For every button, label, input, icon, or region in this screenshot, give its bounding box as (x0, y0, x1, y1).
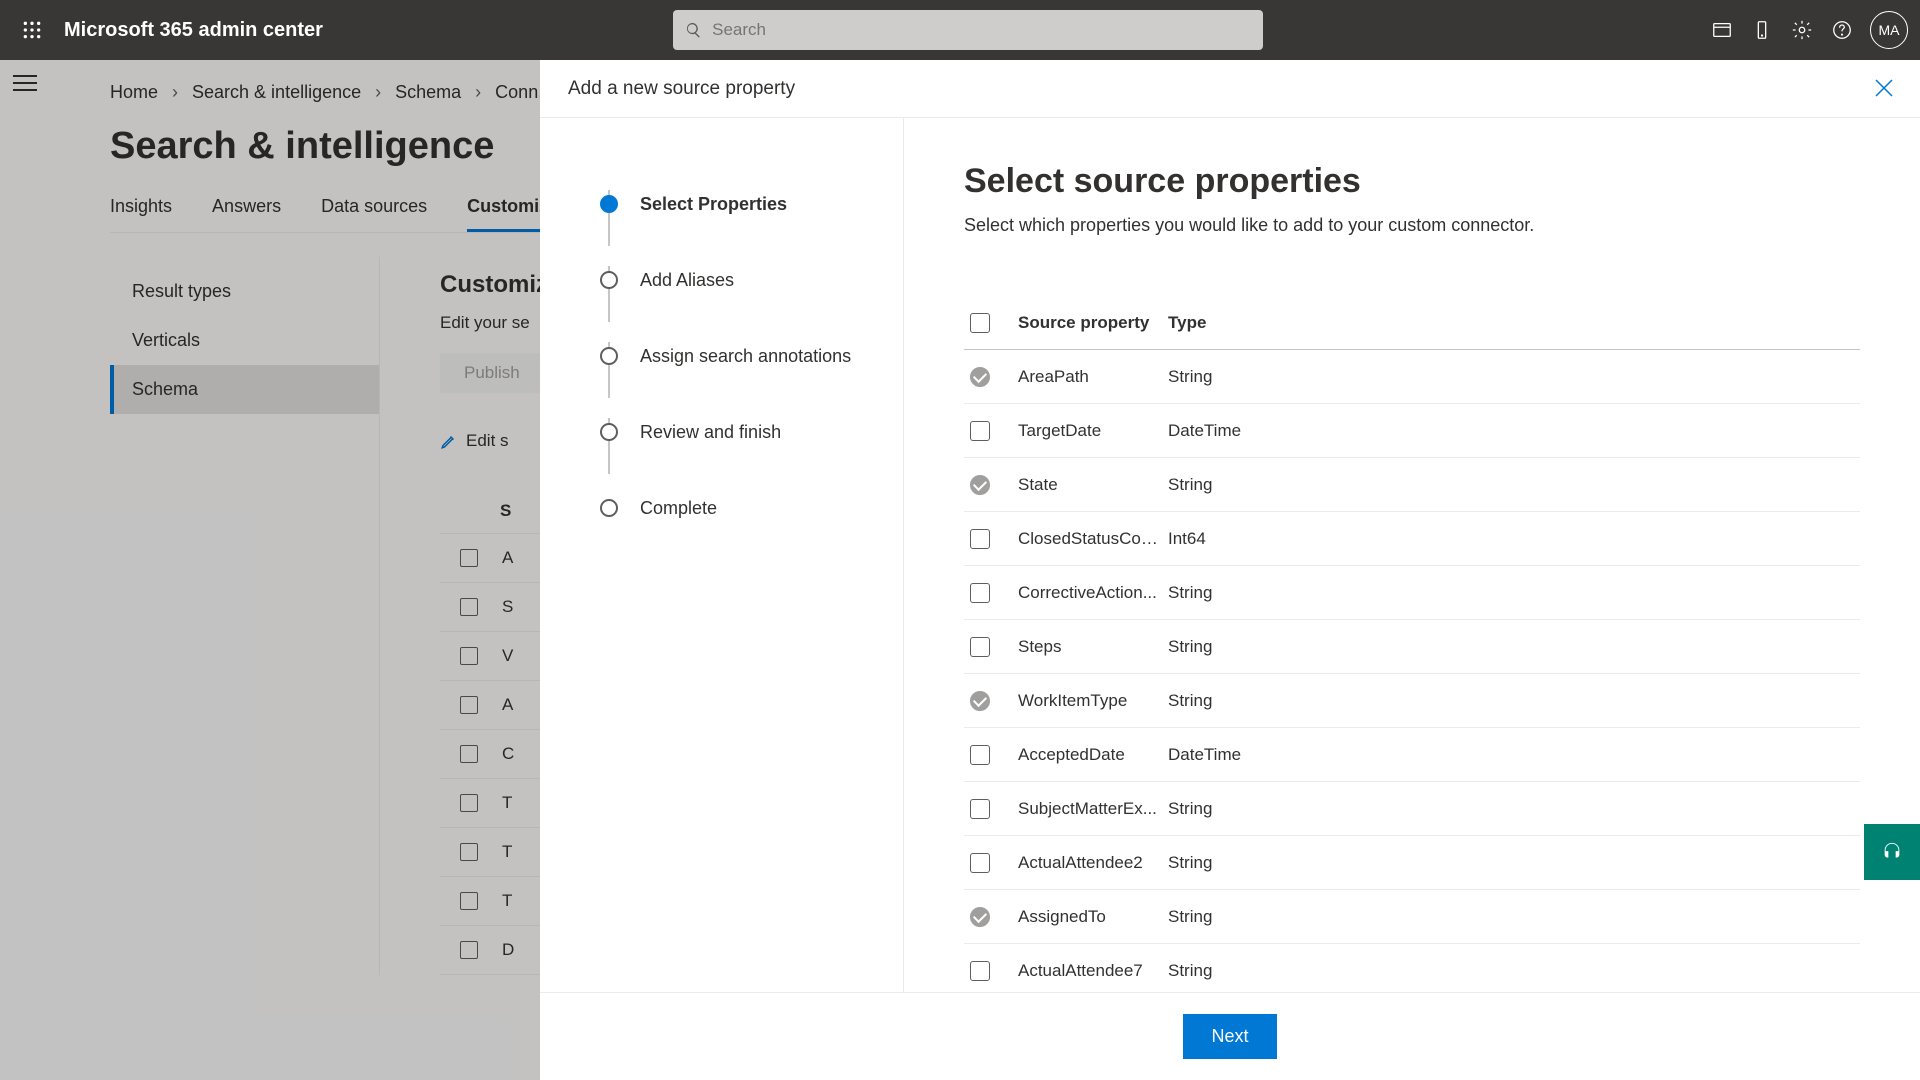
property-name: SubjectMatterEx... (1018, 799, 1168, 819)
table-row[interactable]: WorkItemTypeString (964, 674, 1860, 728)
global-search[interactable] (673, 10, 1263, 50)
mobile-icon[interactable] (1742, 10, 1782, 50)
close-icon (1872, 76, 1896, 100)
property-name: ClosedStatusCode (1018, 529, 1168, 549)
row-checkbox[interactable] (970, 475, 990, 495)
panel-header: Add a new source property (540, 60, 1920, 118)
property-type: String (1168, 691, 1860, 711)
table-row[interactable]: StepsString (964, 620, 1860, 674)
property-type: String (1168, 367, 1860, 387)
property-name: ActualAttendee2 (1018, 853, 1168, 873)
search-icon (685, 21, 702, 39)
select-all-checkbox[interactable] (970, 313, 990, 333)
side-panel: Add a new source property Select Propert… (540, 60, 1920, 1080)
property-type: String (1168, 853, 1860, 873)
wizard-step[interactable]: Select Properties (600, 166, 903, 242)
property-name: TargetDate (1018, 421, 1168, 441)
wizard-steps: Select Properties Add Aliases Assign sea… (540, 118, 904, 992)
wizard-step[interactable]: Add Aliases (600, 242, 903, 318)
app-title: Microsoft 365 admin center (64, 19, 323, 42)
search-input[interactable] (712, 20, 1251, 40)
table-row[interactable]: AcceptedDateDateTime (964, 728, 1860, 782)
wizard-step[interactable]: Assign search annotations (600, 318, 903, 394)
settings-icon[interactable] (1782, 10, 1822, 50)
property-name: WorkItemType (1018, 691, 1168, 711)
property-type: String (1168, 907, 1860, 927)
property-name: CorrectiveAction... (1018, 583, 1168, 603)
property-name: ActualAttendee7 (1018, 961, 1168, 981)
step-indicator-icon (600, 499, 618, 517)
property-name: State (1018, 475, 1168, 495)
properties-table: Source property Type AreaPathStringTarge… (964, 296, 1860, 992)
step-indicator-icon (600, 195, 618, 213)
table-row[interactable]: AreaPathString (964, 350, 1860, 404)
wizard-step[interactable]: Complete (600, 470, 903, 546)
account-avatar[interactable]: MA (1870, 11, 1908, 49)
property-type: String (1168, 475, 1860, 495)
col-type[interactable]: Type (1168, 313, 1860, 333)
form-title: Select source properties (964, 162, 1860, 201)
property-type: DateTime (1168, 745, 1860, 765)
feedback-button[interactable] (1864, 824, 1920, 880)
property-type: String (1168, 583, 1860, 603)
app-launcher-icon[interactable] (12, 10, 52, 50)
step-indicator-icon (600, 271, 618, 289)
property-type: String (1168, 637, 1860, 657)
row-checkbox[interactable] (970, 583, 990, 603)
step-indicator-icon (600, 347, 618, 365)
property-name: Steps (1018, 637, 1168, 657)
property-name: AcceptedDate (1018, 745, 1168, 765)
table-row[interactable]: CorrectiveAction...String (964, 566, 1860, 620)
panel-footer: Next (540, 992, 1920, 1080)
row-checkbox[interactable] (970, 961, 990, 981)
table-row[interactable]: SubjectMatterEx...String (964, 782, 1860, 836)
property-name: AreaPath (1018, 367, 1168, 387)
help-icon[interactable] (1822, 10, 1862, 50)
row-checkbox[interactable] (970, 421, 990, 441)
headset-icon (1881, 841, 1903, 863)
row-checkbox[interactable] (970, 691, 990, 711)
table-row[interactable]: ActualAttendee7String (964, 944, 1860, 992)
table-row[interactable]: AssignedToString (964, 890, 1860, 944)
row-checkbox[interactable] (970, 367, 990, 387)
row-checkbox[interactable] (970, 907, 990, 927)
wizard-step[interactable]: Review and finish (600, 394, 903, 470)
step-indicator-icon (600, 423, 618, 441)
property-type: String (1168, 799, 1860, 819)
table-header-row: Source property Type (964, 296, 1860, 350)
next-button[interactable]: Next (1183, 1014, 1276, 1059)
close-panel-button[interactable] (1872, 76, 1896, 100)
property-type: DateTime (1168, 421, 1860, 441)
row-checkbox[interactable] (970, 745, 990, 765)
table-row[interactable]: TargetDateDateTime (964, 404, 1860, 458)
table-row[interactable]: ActualAttendee2String (964, 836, 1860, 890)
form-subtitle: Select which properties you would like t… (964, 215, 1860, 236)
row-checkbox[interactable] (970, 637, 990, 657)
global-header: Microsoft 365 admin center MA (0, 0, 1920, 60)
row-checkbox[interactable] (970, 853, 990, 873)
row-checkbox[interactable] (970, 799, 990, 819)
table-row[interactable]: StateString (964, 458, 1860, 512)
property-name: AssignedTo (1018, 907, 1168, 927)
table-row[interactable]: ClosedStatusCodeInt64 (964, 512, 1860, 566)
shell-cloud-icon[interactable] (1702, 10, 1742, 50)
panel-title: Add a new source property (568, 78, 795, 100)
panel-content: Select source properties Select which pr… (904, 118, 1920, 992)
row-checkbox[interactable] (970, 529, 990, 549)
property-type: String (1168, 961, 1860, 981)
property-type: Int64 (1168, 529, 1860, 549)
col-source-property[interactable]: Source property (1018, 313, 1168, 333)
